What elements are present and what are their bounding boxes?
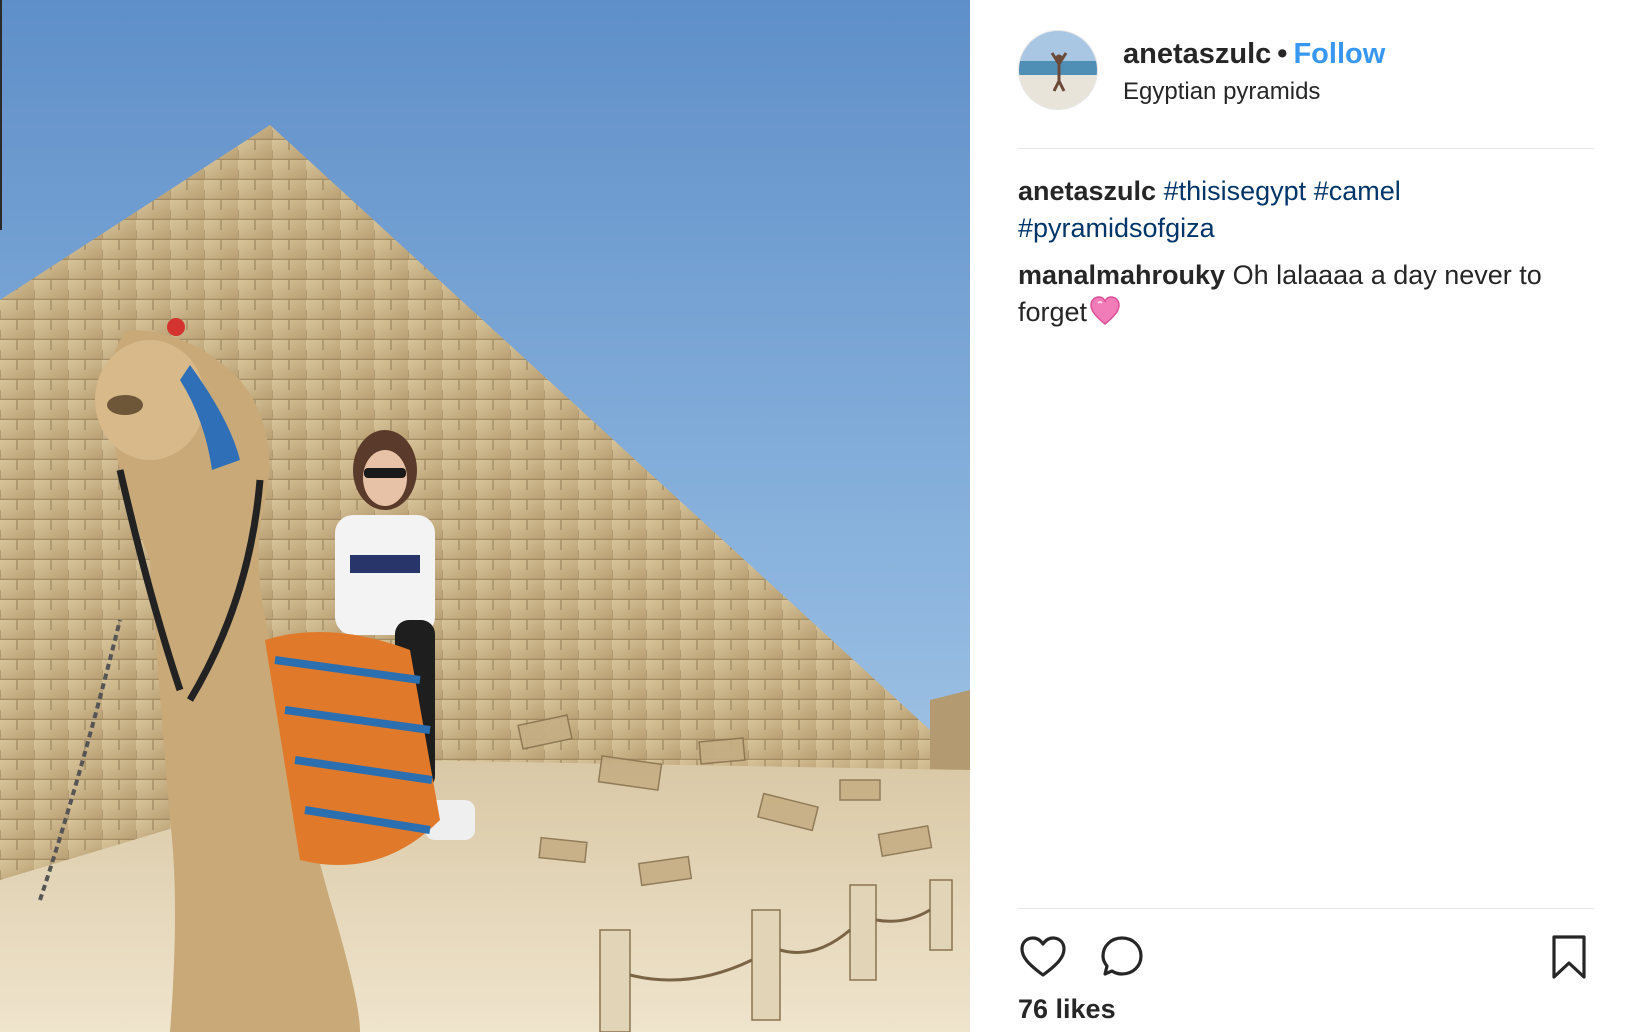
like-button[interactable]	[1018, 932, 1068, 982]
caption-comment: anetaszulc #thisisegypt #camel #pyramids…	[1018, 173, 1594, 247]
header-separator: •	[1277, 38, 1288, 70]
heart-outline-icon	[1020, 936, 1066, 977]
avatar[interactable]	[1018, 30, 1098, 110]
post-sidebar: anetaszulc • Follow Egyptian pyramids anet…	[970, 0, 1632, 1032]
location-link[interactable]: Egyptian pyramids	[1123, 78, 1320, 106]
bookmark-icon	[1552, 935, 1586, 979]
comment-username[interactable]: anetaszulc	[1018, 176, 1156, 206]
pink-heart-emoji	[1089, 295, 1121, 327]
post-actions	[1018, 932, 1594, 982]
post-image	[0, 0, 970, 1032]
comment-username[interactable]: manalmahrouky	[1018, 260, 1225, 290]
header-title-line: anetaszulc • Follow	[1123, 38, 1385, 71]
comment-item: manalmahrouky Oh lalaaaa a day never to …	[1018, 257, 1594, 331]
comments-list: anetaszulc #thisisegypt #camel #pyramids…	[1018, 173, 1594, 341]
post-photo[interactable]	[0, 0, 970, 1032]
header-divider	[1018, 148, 1594, 149]
hashtag-link[interactable]: #pyramidsofgiza	[1018, 213, 1215, 243]
comment-button[interactable]	[1097, 932, 1147, 982]
save-button[interactable]	[1544, 932, 1594, 982]
author-username[interactable]: anetaszulc	[1123, 38, 1271, 70]
likes-count[interactable]: 76 likes	[1018, 994, 1116, 1025]
hashtag-link[interactable]: #camel	[1314, 176, 1401, 206]
hashtag-link[interactable]: #thisisegypt	[1164, 176, 1307, 206]
avatar-image	[1019, 31, 1097, 109]
post-header: anetaszulc • Follow Egyptian pyramids	[1018, 30, 1594, 110]
actions-divider	[1018, 908, 1594, 909]
speech-bubble-icon	[1101, 936, 1143, 976]
follow-button[interactable]: Follow	[1293, 38, 1385, 70]
